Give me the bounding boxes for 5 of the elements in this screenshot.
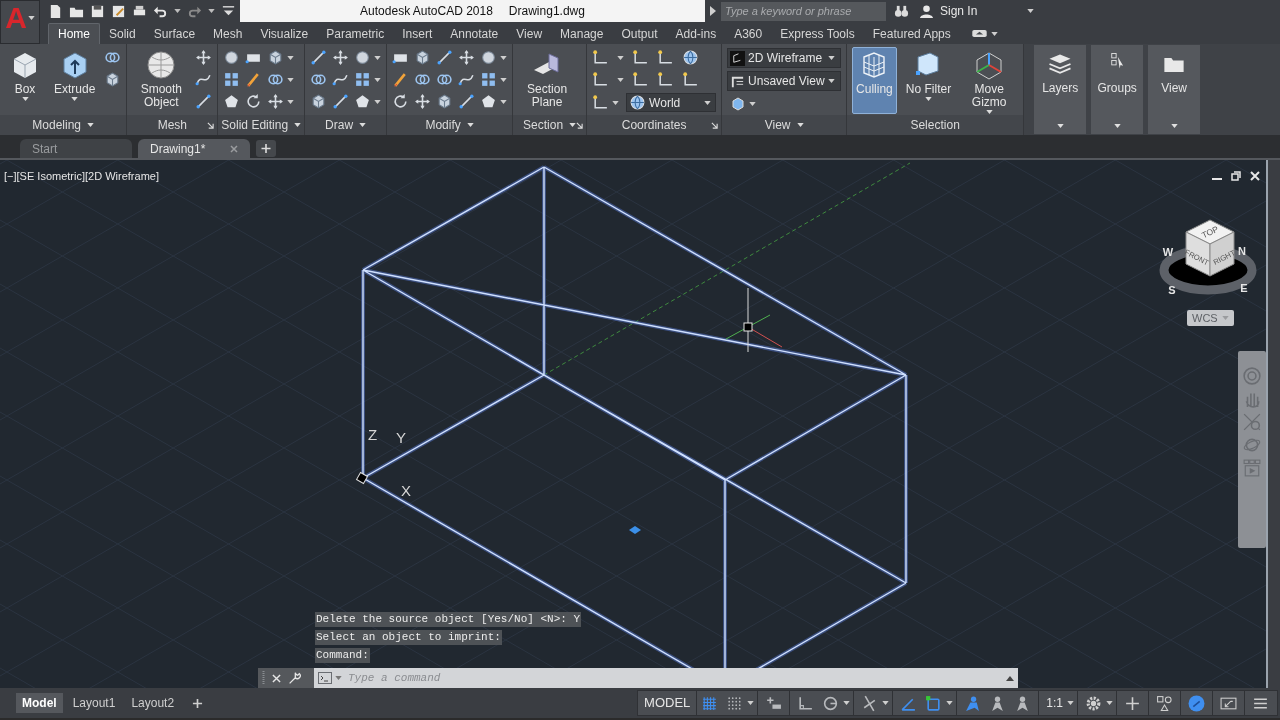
axis-label: Z [368,426,378,443]
window-title: Autodesk AutoCAD 2018 [360,3,493,20]
file-name: Drawing1.dwg [508,3,585,20]
axis-label: Y [396,429,406,446]
axis-label: X [401,482,411,499]
